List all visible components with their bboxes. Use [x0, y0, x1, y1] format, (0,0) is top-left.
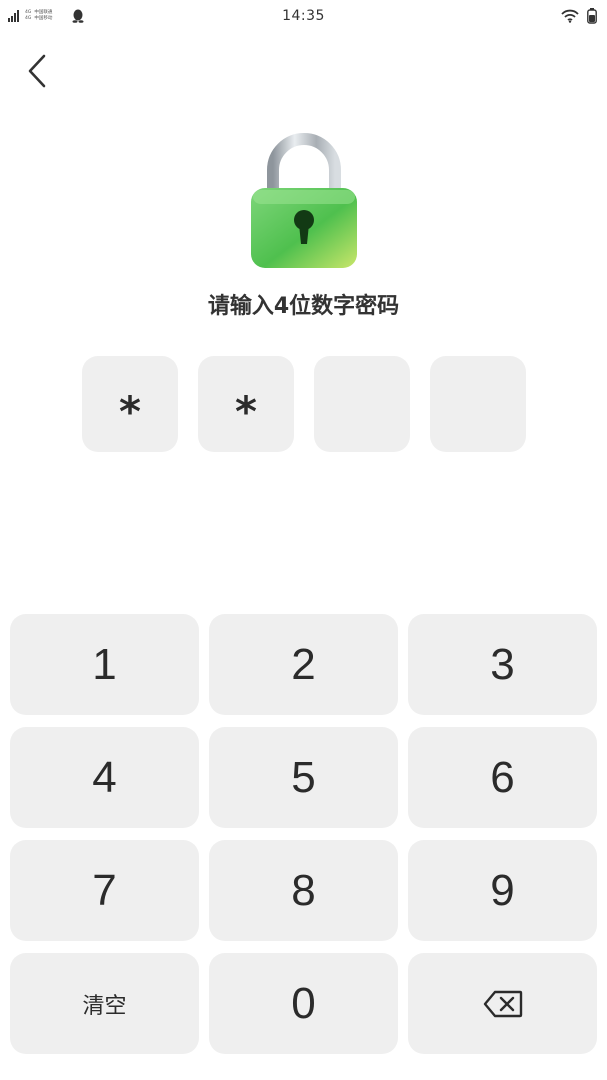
key-8[interactable]: 8	[209, 840, 398, 941]
key-5[interactable]: 5	[209, 727, 398, 828]
pin-slot-4	[430, 356, 526, 452]
key-7[interactable]: 7	[10, 840, 199, 941]
key-6[interactable]: 6	[408, 727, 597, 828]
status-bar: 4G 中国联通 4G 中国移动 14:35	[0, 0, 607, 36]
back-button[interactable]	[22, 52, 52, 90]
key-0[interactable]: 0	[209, 953, 398, 1054]
key-9[interactable]: 9	[408, 840, 597, 941]
key-2[interactable]: 2	[209, 614, 398, 715]
clear-button[interactable]: 清空	[10, 953, 199, 1054]
padlock-icon	[251, 133, 357, 268]
numeric-keypad: 1 2 3 4 5 6 7 8 9 清空 0	[10, 614, 597, 1054]
key-1[interactable]: 1	[10, 614, 199, 715]
wifi-icon	[561, 9, 579, 23]
battery-icon	[587, 8, 597, 24]
pin-slot-3	[314, 356, 410, 452]
delete-button[interactable]	[408, 953, 597, 1054]
pin-prompt: 请输入4位数字密码	[207, 294, 400, 319]
pin-slot-2: *	[198, 356, 294, 452]
status-time: 14:35	[282, 8, 325, 24]
key-3[interactable]: 3	[408, 614, 597, 715]
pin-slot-1: *	[82, 356, 178, 452]
key-4[interactable]: 4	[10, 727, 199, 828]
pin-display: * *	[82, 356, 526, 452]
status-right	[561, 8, 597, 24]
back-arrow-icon	[28, 54, 46, 88]
backspace-icon	[483, 990, 522, 1017]
